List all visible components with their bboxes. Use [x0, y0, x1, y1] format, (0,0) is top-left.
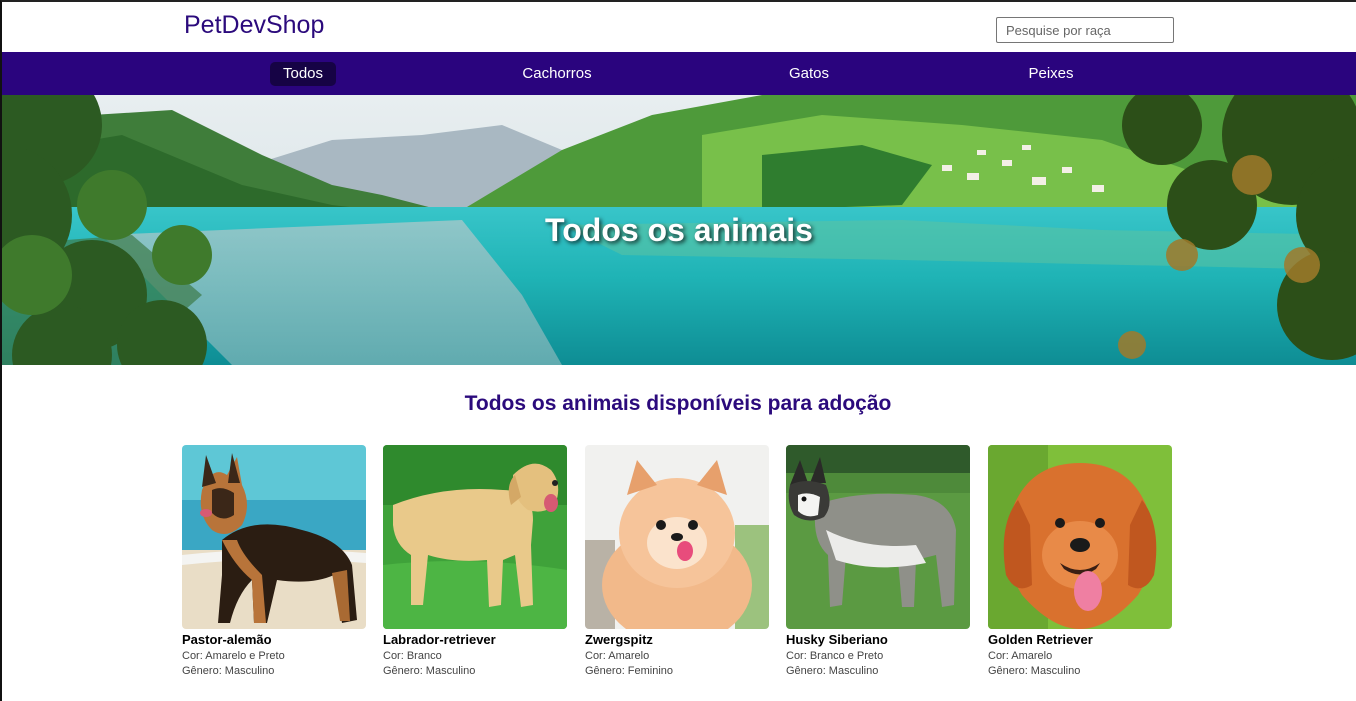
animal-card[interactable]: Pastor-alemão Cor: Amarelo e Preto Gêner… [182, 445, 366, 677]
pomeranian-photo[interactable] [585, 445, 769, 629]
animal-gender: Gênero: Masculino [182, 665, 275, 677]
animal-color: Cor: Branco e Preto [786, 650, 884, 662]
nav-item-peixes[interactable]: Peixes [1018, 62, 1084, 86]
animal-name[interactable]: Pastor-alemão [182, 632, 366, 647]
section-title: Todos os animais disponíveis para adoção [464, 392, 892, 415]
labrador-photo[interactable] [383, 445, 567, 629]
nav-item-gatos[interactable]: Gatos [778, 62, 840, 86]
nav-item-cachorros[interactable]: Cachorros [511, 62, 603, 86]
hero-title: Todos os animais [545, 212, 813, 248]
animal-gender: Gênero: Feminino [585, 665, 674, 677]
animal-name[interactable]: Zwergspitz [585, 632, 769, 647]
animal-gender: Gênero: Masculino [383, 665, 476, 677]
site-header: PetDevShop [2, 2, 1356, 52]
animal-gender: Gênero: Masculino [786, 665, 879, 677]
animal-card[interactable]: Zwergspitz Cor: Amarelo Gênero: Feminino [585, 445, 769, 677]
animal-name[interactable]: Husky Siberiano [786, 632, 970, 647]
siberian-husky-photo[interactable] [786, 445, 970, 629]
animal-color: Cor: Branco [383, 650, 442, 662]
animal-gender: Gênero: Masculino [988, 665, 1081, 677]
hero-banner: Todos os animais [2, 95, 1356, 365]
animal-color: Cor: Amarelo e Preto [182, 650, 285, 662]
main-nav: Todos Cachorros Gatos Peixes [2, 52, 1356, 95]
search-input[interactable] [996, 17, 1174, 43]
animal-name[interactable]: Labrador-retriever [383, 632, 567, 647]
animal-card[interactable]: Husky Siberiano Cor: Branco e Preto Gêne… [786, 445, 970, 677]
animal-card[interactable]: Labrador-retriever Cor: Branco Gênero: M… [383, 445, 567, 677]
animal-card[interactable]: Golden Retriever Cor: Amarelo Gênero: Ma… [988, 445, 1172, 677]
animal-color: Cor: Amarelo [988, 650, 1053, 662]
nav-item-todos[interactable]: Todos [270, 62, 336, 86]
animal-color: Cor: Amarelo [585, 650, 650, 662]
animal-name[interactable]: Golden Retriever [988, 632, 1172, 647]
golden-retriever-photo[interactable] [988, 445, 1172, 629]
site-logo[interactable]: PetDevShop [184, 11, 324, 40]
german-shepherd-photo[interactable] [182, 445, 366, 629]
